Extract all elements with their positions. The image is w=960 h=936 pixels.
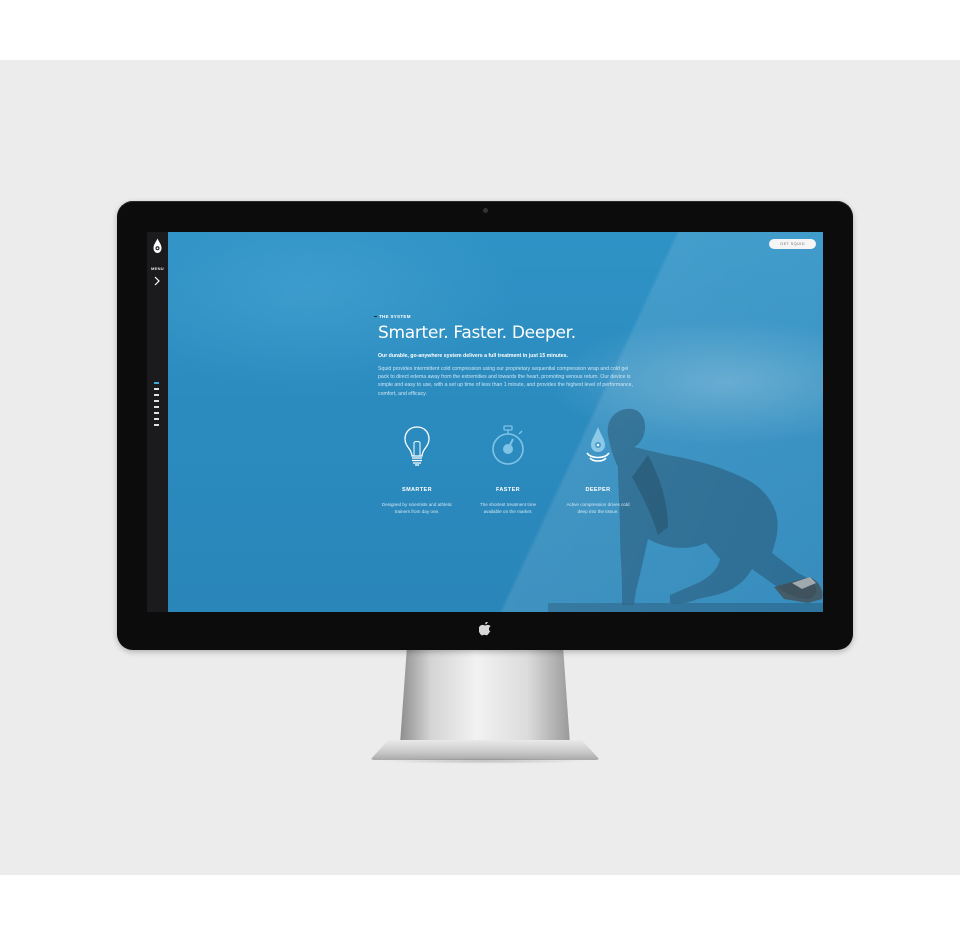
feature-title: DEEPER [585,487,611,493]
camera-dot [483,208,488,213]
feature-description: The shortest treatment time available on… [479,502,537,514]
get-squid-button[interactable]: GET SQUID [769,239,816,249]
monitor-stand [400,649,570,744]
screen: THE SYSTEM Smarter. Faster. Deeper. Our … [147,232,823,612]
feature-smarter: SMARTER Designed by scientists and athle… [381,425,453,514]
lightbulb-icon [404,426,430,466]
menu-label[interactable]: MENU [147,266,168,271]
pager-dot[interactable] [154,400,159,402]
sidebar: MENU [147,232,168,612]
chevron-right-icon[interactable] [153,276,161,286]
apple-logo-icon [479,622,491,636]
hero-section: THE SYSTEM Smarter. Faster. Deeper. Our … [168,232,823,612]
feature-faster: FASTER The shortest treatment time avail… [472,425,544,514]
pager-dot[interactable] [154,406,159,408]
pager-dot[interactable] [154,412,159,414]
monitor-stand-base [370,740,600,760]
feature-title: SMARTER [402,487,432,493]
squid-logo-icon[interactable] [152,238,163,254]
pager-dot[interactable] [154,388,159,390]
pager-dot[interactable] [154,382,159,384]
stand-shadow [380,758,590,764]
stopwatch-icon [492,425,524,465]
section-pager [154,382,160,430]
pager-dot[interactable] [154,394,159,396]
feature-deeper: DEEPER Active compression drives cold de… [562,425,634,514]
eyebrow-dash [374,316,377,317]
pager-dot[interactable] [154,424,159,426]
pager-dot[interactable] [154,418,159,420]
hero-lede: Our durable, go-anywhere system delivers… [378,353,568,359]
feature-description: Active compression drives cold deep into… [566,502,630,514]
page-headline: Smarter. Faster. Deeper. [378,323,576,343]
droplet-waves-icon [586,427,610,462]
feature-title: FASTER [495,487,521,493]
section-eyebrow: THE SYSTEM [379,314,411,319]
hero-body-copy: Squid provides intermittent cold compres… [378,366,633,397]
feature-description: Designed by scientists and athletic trai… [381,502,453,514]
